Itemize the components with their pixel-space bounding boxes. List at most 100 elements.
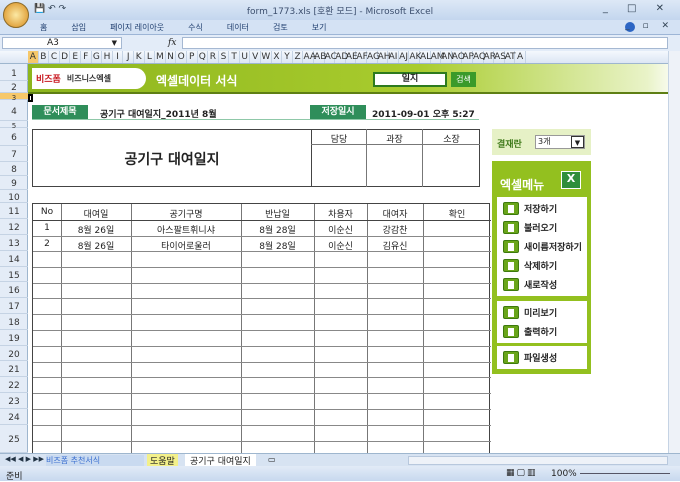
row-header[interactable]: 14 [0, 251, 28, 267]
name-box[interactable]: A3 ▼ [2, 37, 122, 49]
column-header[interactable]: I [113, 51, 124, 63]
column-header[interactable]: E [70, 51, 81, 63]
table-cell[interactable]: 김유신 [367, 239, 423, 252]
column-header[interactable]: AG [367, 51, 380, 63]
column-header[interactable]: Y [282, 51, 293, 63]
row-header[interactable]: 7 [0, 146, 28, 162]
chevron-down-icon[interactable]: ▼ [571, 136, 584, 148]
column-header[interactable]: AQ [473, 51, 486, 63]
table-cell[interactable]: 1 [33, 223, 61, 233]
column-header[interactable]: AK [409, 51, 421, 63]
ribbon-tab[interactable]: 보기 [312, 22, 327, 33]
table-cell[interactable]: 8월 26일 [61, 239, 131, 252]
column-header[interactable]: AL [420, 51, 431, 63]
column-header[interactable]: T [229, 51, 240, 63]
column-header[interactable]: Z [293, 51, 304, 63]
row-header[interactable]: 12 [0, 219, 28, 235]
row-header[interactable]: 5 [0, 121, 28, 130]
column-header[interactable]: O [176, 51, 187, 63]
table-cell[interactable]: 8월 26일 [61, 223, 131, 236]
column-header[interactable]: P [187, 51, 198, 63]
ribbon-tab[interactable]: 수식 [188, 22, 203, 33]
search-input[interactable]: 일지 [373, 72, 447, 87]
search-button[interactable]: 검색 [451, 72, 476, 87]
column-header[interactable]: M [155, 51, 166, 63]
row-header[interactable]: 2 [0, 81, 28, 93]
fx-icon[interactable]: fx [168, 38, 176, 48]
row-header[interactable]: 19 [0, 330, 28, 346]
row-header[interactable]: 13 [0, 235, 28, 251]
sheet-nav-buttons[interactable]: ◀◀ ◀ ▶ ▶▶ [5, 455, 44, 463]
ribbon-tab[interactable]: 검토 [273, 22, 288, 33]
vertical-scrollbar[interactable] [668, 51, 680, 453]
column-header[interactable]: AT [505, 51, 516, 63]
column-header[interactable]: A [515, 51, 526, 63]
ribbon-tab[interactable]: 데이터 [227, 22, 249, 33]
formula-input[interactable] [182, 37, 668, 49]
column-header[interactable]: C [49, 51, 60, 63]
row-header[interactable]: 23 [0, 393, 28, 409]
row-header[interactable]: 15 [0, 267, 28, 283]
table-cell[interactable]: 타이어로울러 [131, 239, 241, 252]
row-header[interactable]: 17 [0, 298, 28, 314]
column-header[interactable]: AJ [399, 51, 410, 63]
column-header[interactable]: U [240, 51, 251, 63]
window-controls[interactable]: _ □ ✕ [603, 3, 672, 14]
ribbon-tab[interactable]: 홈 [40, 22, 47, 33]
column-header[interactable]: A [28, 51, 39, 63]
column-header[interactable]: K [134, 51, 145, 63]
column-header[interactable]: W [261, 51, 272, 63]
column-header[interactable]: AN [441, 51, 454, 63]
row-header[interactable]: 6 [0, 128, 28, 146]
zoom-slider[interactable] [580, 473, 670, 474]
ribbon-tab[interactable]: 페이지 레이아웃 [110, 22, 164, 33]
column-header[interactable]: AE [346, 51, 358, 63]
row-header[interactable]: 22 [0, 377, 28, 393]
row-header[interactable]: 4 [0, 100, 28, 121]
column-header[interactable]: F [81, 51, 92, 63]
column-header[interactable]: L [145, 51, 156, 63]
menu-item-group1[interactable]: 새로작성 [497, 275, 587, 294]
row-header[interactable]: 18 [0, 314, 28, 330]
column-header[interactable]: AH [378, 51, 391, 63]
selected-cell-a3[interactable] [28, 94, 33, 102]
column-header[interactable]: X [272, 51, 283, 63]
menu-item-group3[interactable]: 파일생성 [497, 348, 587, 367]
table-cell[interactable]: 이순신 [314, 239, 367, 252]
approval-count-select[interactable]: 3개 ▼ [535, 135, 585, 149]
column-header[interactable]: J [123, 51, 134, 63]
table-cell[interactable]: 이순신 [314, 223, 367, 236]
column-header[interactable]: N [166, 51, 177, 63]
menu-item-group2[interactable]: 미리보기 [497, 303, 587, 322]
column-header[interactable]: AR [484, 51, 496, 63]
row-header[interactable]: 20 [0, 346, 28, 362]
row-header[interactable]: 10 [0, 190, 28, 203]
column-header[interactable]: AA [303, 51, 316, 63]
table-cell[interactable]: 아스팔트휘니샤 [131, 223, 241, 236]
office-button[interactable] [3, 2, 29, 28]
row-header[interactable]: 8 [0, 162, 28, 176]
menu-item-group1[interactable]: 삭제하기 [497, 256, 587, 275]
view-buttons[interactable]: ▦▢▥ [506, 468, 538, 478]
horizontal-scrollbar[interactable] [408, 456, 668, 465]
insert-sheet-icon[interactable]: ▭ [268, 455, 276, 464]
table-cell[interactable]: 8월 28일 [241, 239, 314, 252]
column-header[interactable]: Q [198, 51, 209, 63]
row-header[interactable]: 24 [0, 409, 28, 425]
column-header[interactable]: AI [388, 51, 399, 63]
column-header[interactable]: AF [356, 51, 368, 63]
zoom-level[interactable]: 100% [551, 469, 577, 479]
ribbon-tab[interactable]: 삽입 [71, 22, 86, 33]
column-header[interactable]: AB [314, 51, 326, 63]
column-header[interactable]: AC [325, 51, 337, 63]
sheet-tab-recommend[interactable]: 비즈폼 추천서식 [46, 455, 144, 466]
column-header[interactable]: V [250, 51, 262, 63]
row-header[interactable]: 9 [0, 176, 28, 190]
menu-item-group1[interactable]: 새이름저장하기 [497, 237, 587, 256]
column-header[interactable]: AP [462, 51, 474, 63]
row-header[interactable]: 11 [0, 203, 28, 219]
table-cell[interactable]: 강감찬 [367, 223, 423, 236]
column-header[interactable]: H [102, 51, 113, 63]
row-header[interactable]: 21 [0, 361, 28, 378]
column-header[interactable]: G [92, 51, 103, 63]
